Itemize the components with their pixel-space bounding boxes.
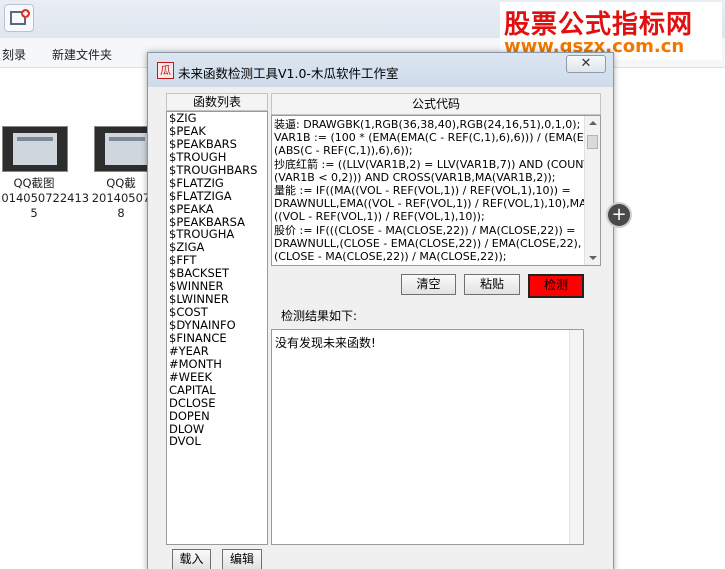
detector-dialog: 瓜 未来函数检测工具V1.0-木瓜软件工作室 ✕ 函数列表 $ZIG $PEAK… [147, 52, 614, 569]
dialog-titlebar[interactable]: 瓜 未来函数检测工具V1.0-木瓜软件工作室 ✕ [148, 53, 613, 87]
function-list-item[interactable]: $FINANCE [167, 331, 267, 345]
function-list-item[interactable]: $TROUGH [167, 150, 267, 164]
load-button[interactable]: 载入 [172, 549, 211, 569]
file-thumbnail[interactable] [2, 126, 68, 172]
formula-code-editor[interactable]: 装逼: DRAWGBK(1,RGB(36,38,40),RGB(24,16,51… [271, 115, 601, 266]
burn-menu-item[interactable]: 刻录 [2, 46, 26, 63]
plus-icon: + [611, 204, 627, 225]
formula-code-text[interactable]: 装逼: DRAWGBK(1,RGB(36,38,40),RGB(24,16,51… [274, 118, 600, 263]
function-list-item[interactable]: $TROUGHBARS [167, 163, 267, 177]
back-nav-button[interactable] [4, 4, 34, 32]
formula-scrollbar[interactable] [584, 116, 600, 265]
scroll-up-icon[interactable] [589, 121, 597, 125]
result-scrollbar[interactable] [569, 330, 583, 544]
scroll-thumb[interactable] [587, 135, 598, 149]
app-icon: 瓜 [157, 62, 174, 79]
function-list[interactable]: $ZIG $PEAK $PEAKBARS $TROUGH $TROUGHBARS… [166, 111, 268, 545]
close-icon: ✕ [580, 56, 592, 71]
function-list-item[interactable]: $PEAKA [167, 202, 267, 216]
function-list-item[interactable]: DVOL [167, 435, 267, 448]
zoom-in-button[interactable]: + [606, 202, 632, 228]
function-list-item[interactable]: #MONTH [167, 357, 267, 371]
function-list-header: 函数列表 [166, 93, 268, 111]
edit-button[interactable]: 编辑 [222, 549, 262, 569]
function-list-item[interactable]: $DYNAINFO [167, 319, 267, 332]
result-text: 没有发现未来函数! [275, 336, 376, 350]
window-icon [10, 9, 30, 25]
formula-code-header: 公式代码 [271, 93, 601, 115]
close-button[interactable]: ✕ [566, 55, 606, 73]
dialog-title: 未来函数检测工具V1.0-木瓜软件工作室 [178, 66, 399, 81]
result-label: 检测结果如下: [281, 309, 358, 323]
function-list-item[interactable]: $PEAK [167, 124, 267, 138]
result-output[interactable]: 没有发现未来函数! [271, 329, 584, 545]
file-label[interactable]: QQ截 20140507 8 [86, 176, 156, 221]
function-list-item[interactable]: DCLOSE [167, 396, 267, 410]
function-list-item[interactable]: #YEAR [167, 344, 267, 358]
function-list-item[interactable]: $ZIG [167, 112, 267, 125]
paste-button[interactable]: 粘贴 [464, 274, 520, 295]
function-list-item[interactable]: $PEAKBARS [167, 137, 267, 151]
scroll-down-icon[interactable] [589, 256, 597, 260]
function-list-item[interactable]: #WEEK [167, 370, 267, 384]
new-folder-menu-item[interactable]: 新建文件夹 [52, 46, 112, 63]
function-list-item[interactable]: $FLATZIG [167, 176, 267, 190]
clear-button[interactable]: 清空 [401, 274, 456, 295]
function-list-item[interactable]: $FLATZIGA [167, 189, 267, 203]
file-label[interactable]: QQ截图 2014050722413 5 [0, 176, 89, 221]
function-list-item[interactable]: CAPITAL [167, 383, 267, 397]
detect-button[interactable]: 检测 [528, 274, 584, 298]
function-list-item[interactable]: DOPEN [167, 409, 267, 423]
